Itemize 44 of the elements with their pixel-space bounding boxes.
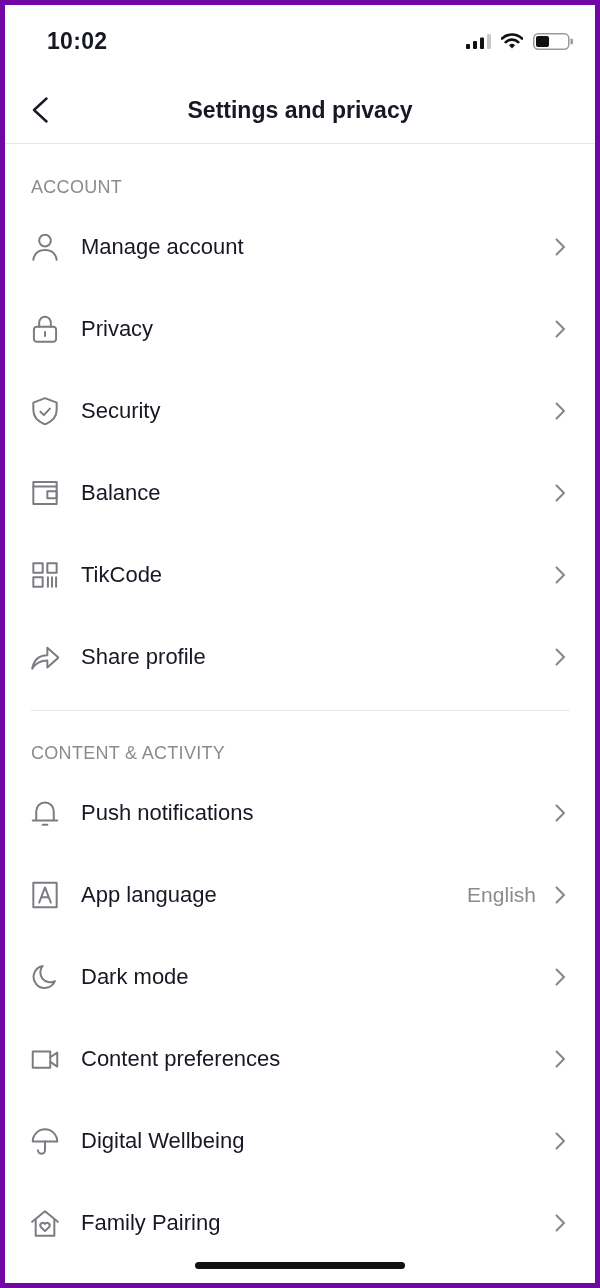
chevron-right-icon xyxy=(555,804,566,822)
umbrella-icon xyxy=(31,1127,59,1155)
letter-a-icon xyxy=(31,881,59,909)
page-title: Settings and privacy xyxy=(187,96,413,124)
signal-icon xyxy=(466,33,491,49)
current-value: English xyxy=(467,883,536,907)
bell-icon xyxy=(31,799,59,827)
moon-icon xyxy=(31,963,59,991)
settings-row[interactable]: Content preferences xyxy=(5,1018,595,1100)
settings-row[interactable]: App language English xyxy=(5,854,595,936)
settings-row[interactable]: Security xyxy=(5,370,595,452)
wallet-icon xyxy=(31,479,59,507)
chevron-right-icon xyxy=(555,968,566,986)
status-time: 10:02 xyxy=(47,27,108,55)
chevron-right-icon xyxy=(555,1132,566,1150)
settings-row[interactable]: Push notifications xyxy=(5,772,595,854)
settings-row[interactable]: TikCode xyxy=(5,534,595,616)
settings-row[interactable]: Digital Wellbeing xyxy=(5,1100,595,1182)
section-heading: ACCOUNT xyxy=(30,176,124,199)
shield-check-icon xyxy=(31,397,59,425)
settings-row[interactable]: Privacy xyxy=(5,288,595,370)
chevron-right-icon xyxy=(555,402,566,420)
settings-row[interactable]: Dark mode xyxy=(5,936,595,1018)
chevron-right-icon xyxy=(555,648,566,666)
battery-icon xyxy=(533,32,573,50)
chevron-right-icon xyxy=(555,484,566,502)
lock-icon xyxy=(31,315,59,343)
chevron-right-icon xyxy=(555,1214,566,1232)
settings-row[interactable]: Family Pairing xyxy=(5,1182,595,1264)
settings-row[interactable]: Share profile xyxy=(5,616,595,698)
chevron-right-icon xyxy=(555,886,566,904)
house-heart-icon xyxy=(31,1209,59,1237)
qr-code-icon xyxy=(31,561,59,589)
chevron-right-icon xyxy=(555,566,566,584)
chevron-right-icon xyxy=(555,320,566,338)
settings-row[interactable]: Manage account xyxy=(5,206,595,288)
chevron-right-icon xyxy=(555,238,566,256)
settings-row[interactable]: Balance xyxy=(5,452,595,534)
back-icon xyxy=(32,97,48,123)
person-icon xyxy=(31,233,59,261)
section-heading: CONTENT & ACTIVITY xyxy=(30,742,227,765)
chevron-right-icon xyxy=(555,1050,566,1068)
wifi-icon xyxy=(501,33,523,49)
back-button[interactable] xyxy=(32,97,48,123)
